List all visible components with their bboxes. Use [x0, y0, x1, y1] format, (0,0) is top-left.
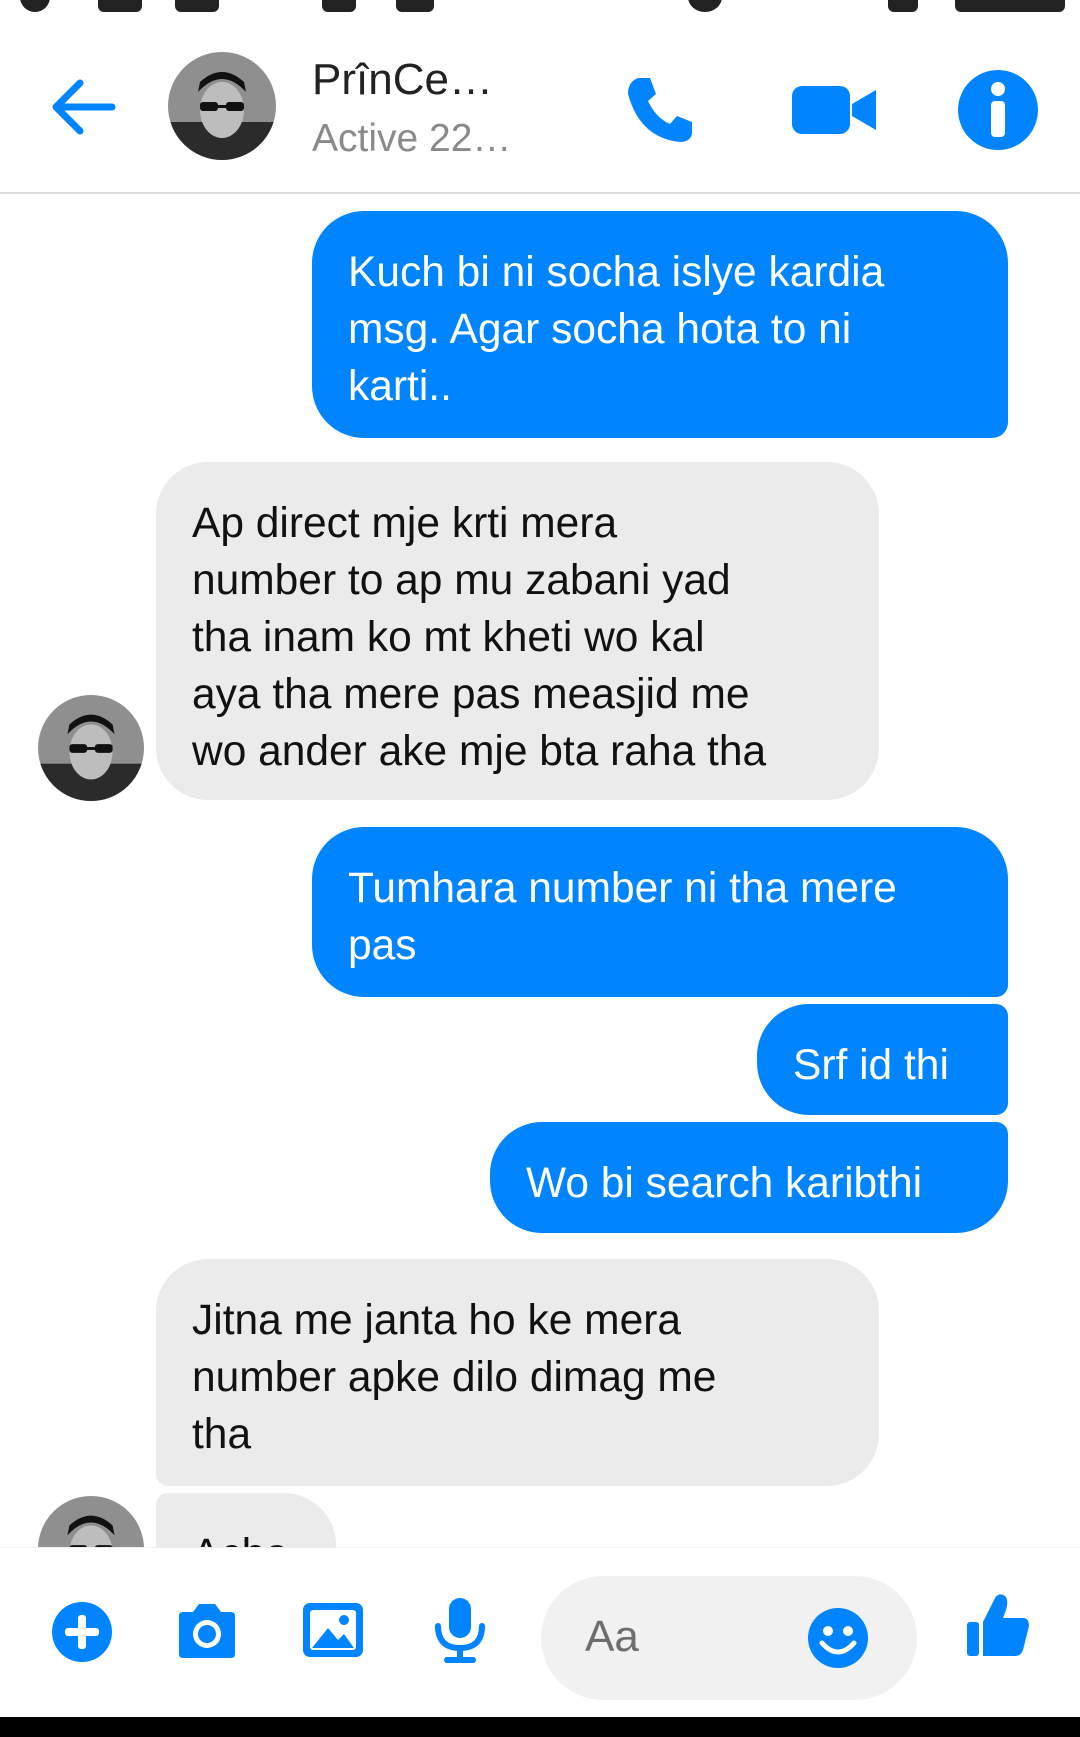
- emoji-icon[interactable]: [807, 1607, 869, 1669]
- plus-icon[interactable]: [50, 1600, 114, 1664]
- microphone-icon[interactable]: [430, 1596, 490, 1666]
- contact-avatar[interactable]: [168, 52, 276, 160]
- message-bubble-sent[interactable]: Kuch bi ni socha islye kardia msg. Agar …: [312, 211, 1008, 438]
- contact-avatar-small[interactable]: [38, 695, 144, 801]
- system-navigation-bar: [0, 1717, 1080, 1737]
- message-bubble-sent[interactable]: Wo bi search karibthi: [490, 1122, 1008, 1233]
- conversation-header: PrînCe… Active 22…: [0, 22, 1080, 194]
- back-arrow-icon[interactable]: [48, 77, 118, 137]
- message-bubble-sent[interactable]: Tumhara number ni tha mere pas: [312, 827, 1008, 997]
- contact-avatar-small[interactable]: [38, 1496, 144, 1547]
- message-input[interactable]: Aa: [541, 1576, 917, 1700]
- info-icon[interactable]: [955, 67, 1041, 153]
- message-bubble-received[interactable]: Ap direct mje krti mera number to ap mu …: [156, 462, 879, 800]
- message-bubble-received[interactable]: Acha: [156, 1493, 336, 1547]
- camera-icon[interactable]: [175, 1602, 239, 1660]
- message-bubble-received[interactable]: Jitna me janta ho ke mera number apke di…: [156, 1259, 879, 1486]
- message-input-placeholder: Aa: [585, 1612, 639, 1661]
- message-thread[interactable]: Kuch bi ni socha islye kardia msg. Agar …: [0, 194, 1080, 1547]
- video-camera-icon[interactable]: [790, 70, 880, 150]
- contact-name[interactable]: PrînCe…: [312, 55, 493, 105]
- contact-active-status: Active 22…: [312, 117, 512, 160]
- phone-icon[interactable]: [620, 70, 700, 150]
- status-bar: [0, 0, 1080, 22]
- message-composer: Aa: [0, 1547, 1080, 1718]
- thumbs-up-icon[interactable]: [965, 1592, 1031, 1660]
- message-bubble-sent[interactable]: Srf id thi: [757, 1004, 1008, 1115]
- image-icon[interactable]: [300, 1600, 366, 1660]
